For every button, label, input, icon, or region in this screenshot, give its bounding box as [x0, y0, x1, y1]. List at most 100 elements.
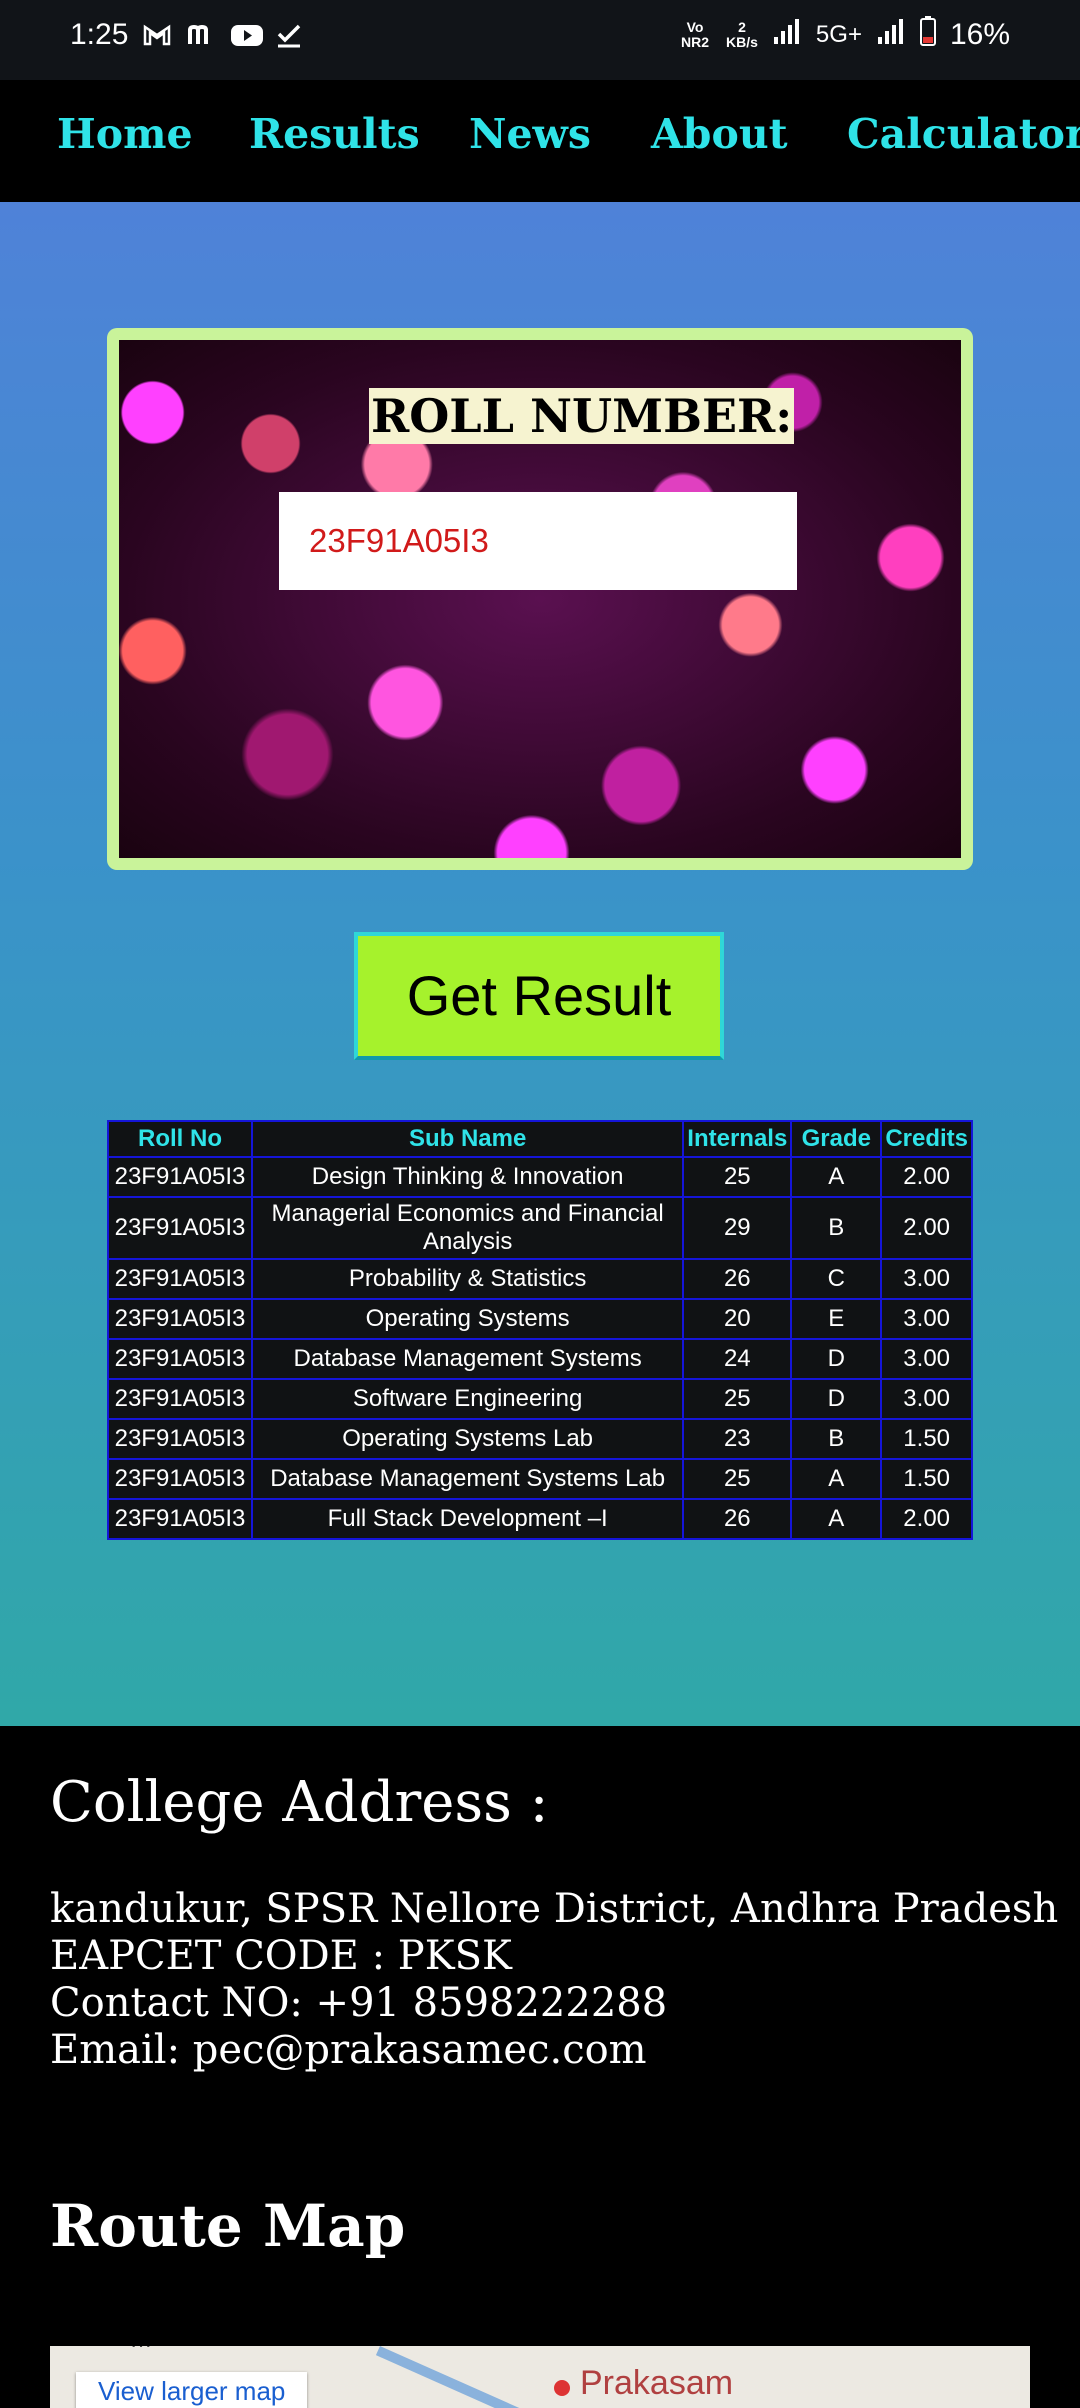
youtube-icon [230, 20, 264, 50]
table-row: 23F91A05I3 Database Management Systems 2… [107, 1338, 973, 1380]
gmail-icon [142, 20, 172, 50]
view-larger-map-link[interactable]: View larger map [76, 2372, 308, 2408]
volte-indicator: Vo NR2 [681, 19, 710, 50]
cell-credits: 2.00 [880, 1196, 973, 1260]
cell-grade: D [790, 1378, 883, 1420]
roll-number-label: ROLL NUMBER: [369, 388, 795, 444]
cell-grade: C [790, 1258, 883, 1300]
task-check-icon [274, 20, 304, 50]
cell-internals: 29 [682, 1196, 793, 1260]
table-row: 23F91A05I3 Full Stack Development –I 26 … [107, 1498, 973, 1540]
status-right: Vo NR2 2 KB/s 5G+ 16% [678, 16, 1010, 54]
footer: College Address : kandukur, SPSR Nellore… [0, 1726, 1080, 2408]
cell-sub-name: Full Stack Development –I [250, 1498, 685, 1540]
clock: 1:25 [70, 18, 129, 51]
cell-credits: 2.00 [880, 1498, 973, 1540]
net-speed-value: 2 [738, 19, 746, 35]
cell-internals: 23 [682, 1418, 793, 1460]
cell-internals: 25 [682, 1378, 793, 1420]
cell-grade: A [790, 1498, 883, 1540]
nav-home[interactable]: Home [57, 110, 193, 158]
cell-roll-no: 23F91A05I3 [107, 1378, 253, 1420]
cell-internals: 24 [682, 1338, 793, 1380]
table-row: 23F91A05I3 Operating Systems 20 E 3.00 [107, 1298, 973, 1340]
signal-icon-2 [876, 17, 906, 53]
col-sub-name: Sub Name [250, 1120, 685, 1158]
nav-results[interactable]: Results [249, 110, 420, 158]
signal-icon [772, 17, 802, 53]
get-result-button[interactable]: Get Result [354, 932, 724, 1060]
cell-credits: 3.00 [880, 1258, 973, 1300]
table-row: 23F91A05I3 Database Management Systems L… [107, 1458, 973, 1500]
cell-sub-name: Managerial Economics and Financial Analy… [250, 1196, 685, 1260]
cell-roll-no: 23F91A05I3 [107, 1156, 253, 1198]
cell-grade: A [790, 1156, 883, 1198]
cell-roll-no: 23F91A05I3 [107, 1298, 253, 1340]
table-row: 23F91A05I3 Operating Systems Lab 23 B 1.… [107, 1418, 973, 1460]
table-row: 23F91A05I3 Probability & Statistics 26 C… [107, 1258, 973, 1300]
battery-percent: 16% [949, 18, 1010, 51]
cell-roll-no: 23F91A05I3 [107, 1458, 253, 1500]
address-line: kandukur, SPSR Nellore District, Andhra … [50, 1886, 1059, 1932]
col-grade: Grade [790, 1120, 883, 1158]
cell-grade: B [790, 1418, 883, 1460]
email: Email: pec@prakasamec.com [50, 2027, 647, 2073]
nav-about[interactable]: About [651, 110, 788, 158]
net-speed-unit: KB/s [726, 34, 758, 50]
cell-roll-no: 23F91A05I3 [107, 1338, 253, 1380]
cell-grade: A [790, 1458, 883, 1500]
cell-sub-name: Software Engineering [250, 1378, 685, 1420]
results-table: Roll No Sub Name Internals Grade Credits… [107, 1120, 973, 1540]
top-nav: Home Results News About Calculator [0, 80, 1080, 202]
main-content: ROLL NUMBER: Get Result Roll No Sub Name… [0, 202, 1080, 1726]
cell-roll-no: 23F91A05I3 [107, 1498, 253, 1540]
status-bar: 1:25 Vo NR2 2 KB/s 5G+ 16% [0, 0, 1080, 80]
col-roll-no: Roll No [107, 1120, 253, 1158]
roll-number-card: ROLL NUMBER: [107, 328, 973, 870]
nav-calculator[interactable]: Calculator [847, 110, 1080, 158]
cell-roll-no: 23F91A05I3 [107, 1418, 253, 1460]
status-left: 1:25 [70, 18, 304, 52]
network-type: 5G+ [815, 21, 862, 48]
contact-number: Contact NO: +91 8598222288 [50, 1980, 668, 2026]
map-place-label: Prakasam [580, 2364, 734, 2402]
battery-icon [919, 16, 936, 54]
route-map-title: Route Map [50, 2192, 406, 2260]
table-row: 23F91A05I3 Managerial Economics and Fina… [107, 1196, 973, 1260]
cell-credits: 3.00 [880, 1378, 973, 1420]
cell-roll-no: 23F91A05I3 [107, 1258, 253, 1300]
address-block: kandukur, SPSR Nellore District, Andhra … [50, 1886, 1058, 2074]
col-credits: Credits [880, 1120, 973, 1158]
cell-internals: 26 [682, 1258, 793, 1300]
table-header-row: Roll No Sub Name Internals Grade Credits [107, 1120, 973, 1158]
cell-sub-name: Operating Systems Lab [250, 1418, 685, 1460]
cell-internals: 26 [682, 1498, 793, 1540]
cell-grade: D [790, 1338, 883, 1380]
cell-sub-name: Operating Systems [250, 1298, 685, 1340]
cell-sub-name: Probability & Statistics [250, 1258, 685, 1300]
cell-credits: 1.50 [880, 1418, 973, 1460]
cell-roll-no: 23F91A05I3 [107, 1196, 253, 1260]
eapcet-code: EAPCET CODE : PKSK [50, 1933, 512, 1979]
roll-number-input[interactable] [279, 492, 797, 590]
cell-credits: 3.00 [880, 1298, 973, 1340]
cell-sub-name: Design Thinking & Innovation [250, 1156, 685, 1198]
table-row: 23F91A05I3 Software Engineering 25 D 3.0… [107, 1378, 973, 1420]
cell-credits: 3.00 [880, 1338, 973, 1380]
col-internals: Internals [682, 1120, 793, 1158]
address-title: College Address : [50, 1770, 549, 1835]
m-app-icon [186, 20, 216, 50]
cell-sub-name: Database Management Systems [250, 1338, 685, 1380]
map-pin-icon [550, 2376, 574, 2404]
route-map[interactable]: ··· View larger map Prakasam [50, 2346, 1030, 2408]
nav-news[interactable]: News [469, 110, 591, 158]
map-partial-text: ··· [130, 2346, 152, 2358]
net-speed: 2 KB/s [726, 20, 758, 50]
cell-sub-name: Database Management Systems Lab [250, 1458, 685, 1500]
table-row: 23F91A05I3 Design Thinking & Innovation … [107, 1156, 973, 1198]
cell-internals: 20 [682, 1298, 793, 1340]
cell-grade: B [790, 1196, 883, 1260]
cell-grade: E [790, 1298, 883, 1340]
cell-internals: 25 [682, 1156, 793, 1198]
cell-credits: 1.50 [880, 1458, 973, 1500]
